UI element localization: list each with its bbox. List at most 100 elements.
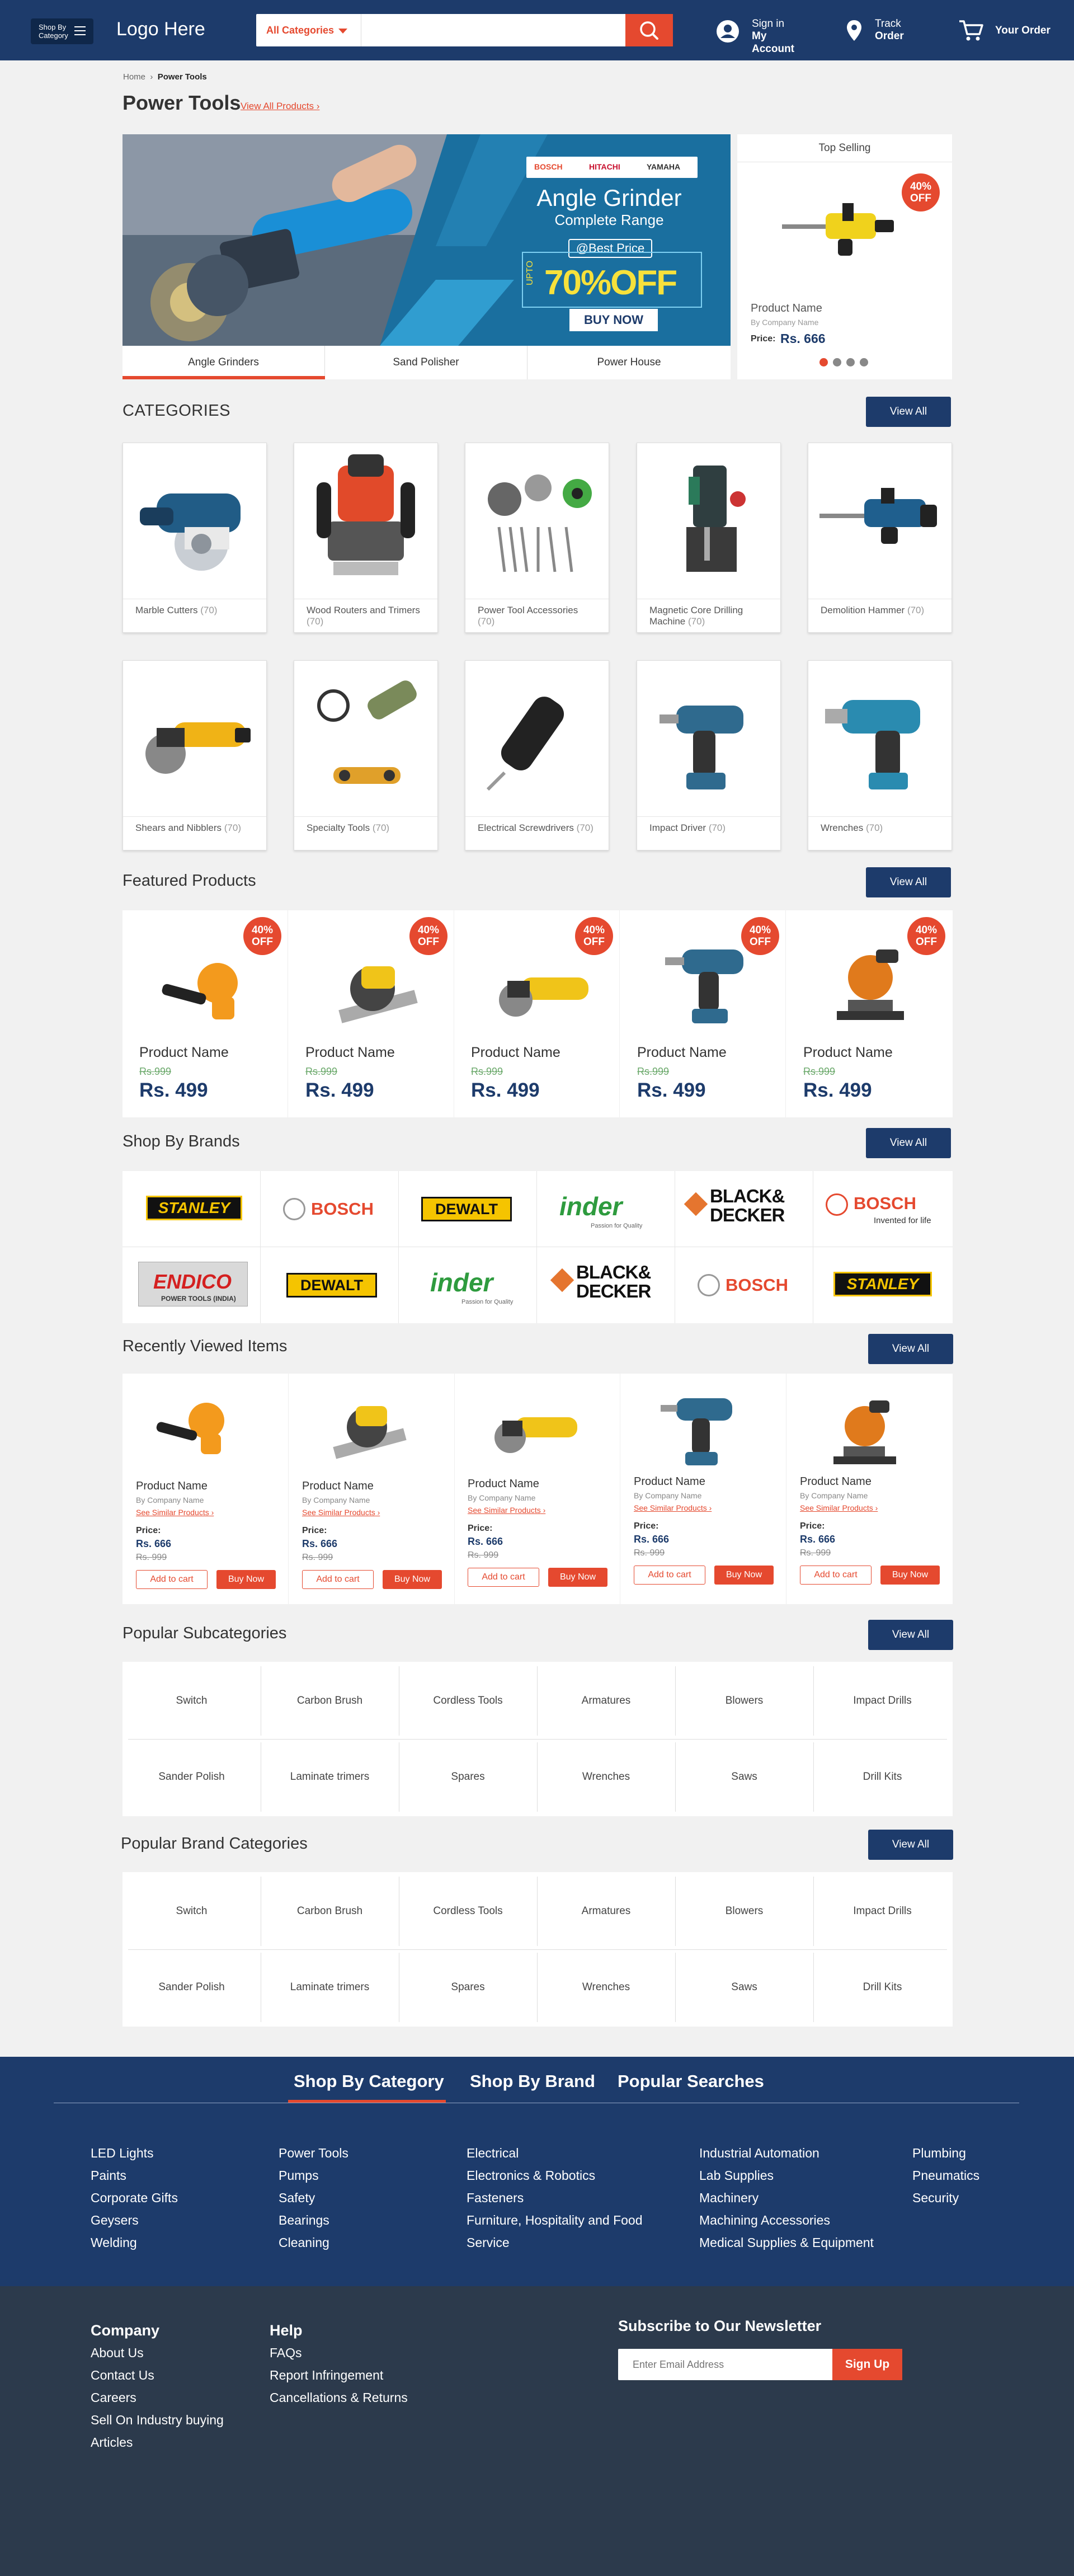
- help-link[interactable]: FAQs: [270, 2345, 302, 2361]
- search-button[interactable]: [625, 14, 673, 46]
- footer-tab-shop-by-brand[interactable]: Shop By Brand: [470, 2071, 595, 2091]
- product-card[interactable]: 40% OFF Product Name Rs.999 Rs. 499: [289, 910, 454, 1117]
- subcategory-cell[interactable]: Impact Drills: [813, 1663, 951, 1739]
- footer-link[interactable]: Fasteners: [467, 2190, 524, 2206]
- footer-link[interactable]: Geysers: [91, 2213, 139, 2228]
- subcategory-cell[interactable]: Wrenches: [537, 1739, 675, 1815]
- recent-product-card[interactable]: Product Name By Company Name See Similar P…: [620, 1374, 786, 1604]
- brands-view-all-button[interactable]: View All: [866, 1128, 951, 1158]
- see-similar-link[interactable]: See Similar Products ›: [800, 1503, 878, 1512]
- subcategory-cell[interactable]: Sander Polish: [123, 1739, 261, 1815]
- company-link[interactable]: Articles: [91, 2435, 133, 2450]
- buy-now-button[interactable]: Buy Now: [714, 1566, 774, 1585]
- recent-product-card[interactable]: Product Name By Company Name See Similar P…: [454, 1374, 620, 1604]
- footer-link[interactable]: Power Tools: [279, 2146, 348, 2161]
- track-order-link[interactable]: Track Order: [846, 17, 907, 45]
- your-order-link[interactable]: Your Order: [958, 18, 1053, 43]
- recent-product-card[interactable]: Product Name By Company Name See Similar P…: [786, 1374, 953, 1604]
- categories-view-all-button[interactable]: View All: [866, 397, 951, 427]
- newsletter-email-input[interactable]: [618, 2349, 832, 2380]
- footer-link[interactable]: Pumps: [279, 2168, 319, 2183]
- footer-link[interactable]: Corporate Gifts: [91, 2190, 178, 2206]
- footer-tab-shop-by-category[interactable]: Shop By Category: [294, 2071, 444, 2091]
- category-card[interactable]: Power Tool Accessories (70): [465, 443, 609, 633]
- product-card[interactable]: 40% OFF Product Name Rs.999 Rs. 499: [786, 910, 952, 1117]
- subcategory-cell[interactable]: Carbon Brush: [261, 1873, 399, 1949]
- footer-link[interactable]: Industrial Automation: [699, 2146, 819, 2161]
- add-to-cart-button[interactable]: Add to cart: [136, 1570, 208, 1589]
- shop-by-category-button[interactable]: Shop By Category: [31, 18, 93, 44]
- footer-link[interactable]: Machining Accessories: [699, 2213, 830, 2228]
- add-to-cart-button[interactable]: Add to cart: [634, 1566, 705, 1585]
- footer-link[interactable]: Lab Supplies: [699, 2168, 774, 2183]
- subcategory-cell[interactable]: Sander Polish: [123, 1949, 261, 2025]
- brand-cell[interactable]: STANLEY: [813, 1247, 953, 1323]
- recent-product-card[interactable]: Product Name By Company Name See Similar P…: [289, 1374, 455, 1604]
- subcategory-cell[interactable]: Cordless Tools: [399, 1663, 537, 1739]
- footer-link[interactable]: Electronics & Robotics: [467, 2168, 595, 2183]
- company-link[interactable]: Careers: [91, 2390, 136, 2405]
- featured-view-all-button[interactable]: View All: [866, 867, 951, 897]
- recent-product-card[interactable]: Product Name By Company Name See Similar P…: [123, 1374, 289, 1604]
- subcategory-cell[interactable]: Armatures: [537, 1663, 675, 1739]
- subcategory-cell[interactable]: Wrenches: [537, 1949, 675, 2025]
- category-card[interactable]: Shears and Nibblers (70): [123, 660, 267, 850]
- category-select[interactable]: All Categories: [256, 14, 361, 46]
- subcategory-cell[interactable]: Impact Drills: [813, 1873, 951, 1949]
- buy-now-button[interactable]: Buy Now: [383, 1570, 442, 1589]
- subcategory-cell[interactable]: Blowers: [675, 1663, 813, 1739]
- category-card[interactable]: Wrenches (70): [808, 660, 952, 850]
- footer-link[interactable]: Bearings: [279, 2213, 329, 2228]
- category-card[interactable]: Electrical Screwdrivers (70): [465, 660, 609, 850]
- category-card[interactable]: Marble Cutters (70): [123, 443, 267, 633]
- buy-now-banner-button[interactable]: BUY NOW: [569, 309, 658, 331]
- view-all-products-link[interactable]: View All Products ›: [241, 101, 319, 112]
- brand-cell[interactable]: BOSCH: [675, 1247, 813, 1323]
- subcategory-cell[interactable]: Spares: [399, 1739, 537, 1815]
- subcategory-cell[interactable]: Cordless Tools: [399, 1873, 537, 1949]
- carousel-dot[interactable]: [860, 358, 868, 366]
- subcategory-cell[interactable]: Laminate trimers: [261, 1949, 399, 2025]
- see-similar-link[interactable]: See Similar Products ›: [634, 1503, 712, 1512]
- footer-link[interactable]: Plumbing: [912, 2146, 966, 2161]
- carousel-dot[interactable]: [833, 358, 841, 366]
- footer-link[interactable]: Paints: [91, 2168, 126, 2183]
- footer-link[interactable]: Security: [912, 2190, 959, 2206]
- help-link[interactable]: Cancellations & Returns: [270, 2390, 408, 2405]
- subcategory-cell[interactable]: Switch: [123, 1873, 261, 1949]
- add-to-cart-button[interactable]: Add to cart: [800, 1566, 872, 1585]
- subcategory-cell[interactable]: Laminate trimers: [261, 1739, 399, 1815]
- brand-cell[interactable]: BOSCH Invented for life: [813, 1171, 953, 1247]
- subcategory-cell[interactable]: Drill Kits: [813, 1949, 951, 2025]
- subcategory-cell[interactable]: Drill Kits: [813, 1739, 951, 1815]
- buy-now-button[interactable]: Buy Now: [548, 1568, 607, 1587]
- product-card[interactable]: 40% OFF Product Name Rs.999 Rs. 499: [620, 910, 786, 1117]
- footer-link[interactable]: Service: [467, 2235, 510, 2250]
- subcategories-view-all-button[interactable]: View All: [868, 1620, 953, 1650]
- product-card[interactable]: 40% OFF Product Name Rs.999 Rs. 499: [454, 910, 620, 1117]
- category-card[interactable]: Demolition Hammer (70): [808, 443, 952, 633]
- category-card[interactable]: Impact Driver (70): [637, 660, 781, 850]
- subcategory-cell[interactable]: Blowers: [675, 1873, 813, 1949]
- footer-tab-popular-searches[interactable]: Popular Searches: [618, 2071, 764, 2091]
- buy-now-button[interactable]: Buy Now: [216, 1570, 276, 1589]
- carousel-dot[interactable]: [819, 358, 828, 366]
- subcategory-cell[interactable]: Saws: [675, 1949, 813, 2025]
- brand-cell[interactable]: DEWALT: [399, 1171, 537, 1247]
- carousel-dot[interactable]: [846, 358, 855, 366]
- subcategory-cell[interactable]: Armatures: [537, 1873, 675, 1949]
- footer-link[interactable]: LED Lights: [91, 2146, 154, 2161]
- category-card[interactable]: Magnetic Core Drilling Machine (70): [637, 443, 781, 633]
- tab-power-house[interactable]: Power House: [527, 346, 731, 379]
- recent-view-all-button[interactable]: View All: [868, 1334, 953, 1364]
- subcategory-cell[interactable]: Carbon Brush: [261, 1663, 399, 1739]
- subcategory-cell[interactable]: Switch: [123, 1663, 261, 1739]
- signup-button[interactable]: Sign Up: [832, 2349, 902, 2380]
- footer-link[interactable]: Welding: [91, 2235, 137, 2250]
- brand-cell[interactable]: STANLEY: [123, 1171, 261, 1247]
- company-link[interactable]: Contact Us: [91, 2368, 154, 2383]
- company-link[interactable]: Sell On Industry buying: [91, 2413, 224, 2428]
- footer-link[interactable]: Electrical: [467, 2146, 519, 2161]
- account-link[interactable]: Sign in My Account: [716, 17, 811, 55]
- product-card[interactable]: 40% OFF Product Name Rs.999 Rs. 499: [123, 910, 288, 1117]
